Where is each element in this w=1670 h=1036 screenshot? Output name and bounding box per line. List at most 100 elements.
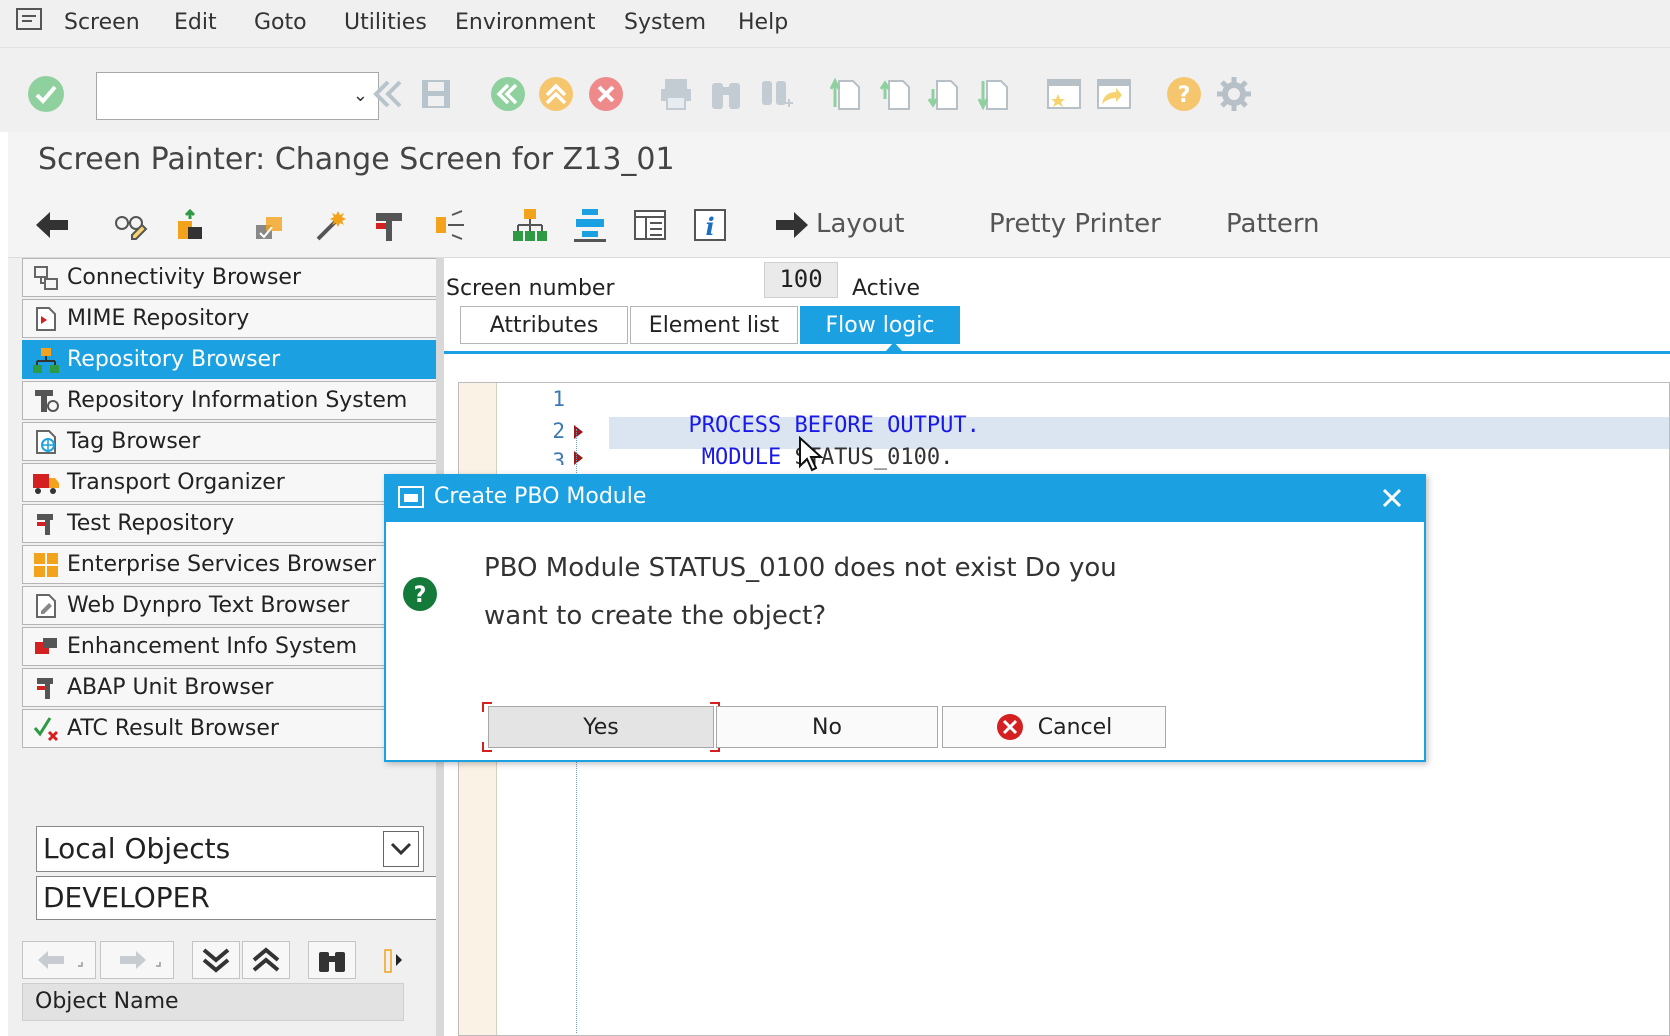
tab-flow-logic[interactable]: Flow logic	[800, 306, 960, 344]
nav-label: Test Repository	[67, 511, 235, 536]
tag-icon	[31, 428, 61, 456]
check-icon[interactable]	[250, 205, 290, 245]
collapse-all-icon[interactable]	[192, 941, 240, 979]
menu-bar: Screen Edit Goto Utilities Environment S…	[0, 0, 1670, 48]
exit-icon[interactable]	[534, 72, 578, 116]
save-icon[interactable]	[414, 72, 458, 116]
cancel-icon[interactable]	[584, 72, 628, 116]
dialog-message-line-2: want to create the object?	[484, 601, 827, 631]
object-name-input[interactable]: DEVELOPER	[36, 876, 440, 920]
services-icon	[31, 551, 61, 579]
object-list-icon[interactable]	[570, 205, 610, 245]
menu-goto[interactable]: Goto	[254, 10, 307, 35]
more-tools-icon[interactable]	[374, 941, 414, 979]
cancel-button[interactable]: Cancel	[942, 706, 1166, 748]
wizard-icon[interactable]	[310, 205, 350, 245]
svg-text:i: i	[705, 212, 714, 241]
next-page-icon[interactable]	[922, 72, 966, 116]
back-arrow-icon[interactable]	[32, 205, 72, 245]
menu-system[interactable]: System	[624, 10, 706, 35]
where-used-icon[interactable]	[370, 205, 410, 245]
tab-indicator	[886, 342, 902, 351]
chevron-down-icon[interactable]	[383, 831, 419, 867]
info-system-icon	[31, 387, 61, 415]
find-icon[interactable]	[704, 72, 748, 116]
tab-attributes[interactable]: Attributes	[460, 306, 628, 344]
display-object-list-icon[interactable]	[630, 205, 670, 245]
nav-atc-result-browser[interactable]: ATC Result Browser	[22, 709, 437, 748]
unit-icon	[31, 674, 61, 702]
back-double-icon[interactable]	[366, 72, 410, 116]
nav-abap-unit-browser[interactable]: ABAP Unit Browser	[22, 668, 437, 707]
nav-enterprise-services-browser[interactable]: Enterprise Services Browser	[22, 545, 437, 584]
hierarchy-icon[interactable]	[510, 205, 550, 245]
menu-screen[interactable]: Screen	[64, 10, 140, 35]
nav-label: Repository Information System	[67, 388, 408, 413]
tab-underline	[444, 351, 1670, 354]
line-number: 3	[552, 449, 565, 465]
nav-label: ABAP Unit Browser	[67, 675, 274, 700]
enter-icon[interactable]	[24, 72, 68, 116]
menu-app-icon[interactable]	[16, 8, 44, 32]
nav-repository-browser[interactable]: Repository Browser	[22, 340, 437, 379]
code-keyword: MODULE	[688, 445, 782, 470]
binoculars-icon[interactable]	[308, 941, 356, 979]
nav-repository-information-system[interactable]: Repository Information System	[22, 381, 437, 420]
layout-arrow-icon[interactable]	[772, 205, 812, 245]
nav-forward-button[interactable]	[100, 941, 174, 979]
create-pbo-module-dialog: Create PBO Module ? PBO Module STATUS_01…	[384, 474, 1426, 762]
nav-test-repository[interactable]: Test Repository	[22, 504, 437, 543]
navigation-icon[interactable]	[430, 205, 470, 245]
menu-utilities[interactable]: Utilities	[344, 10, 427, 35]
screen-number-value: 100	[764, 262, 838, 298]
menu-help[interactable]: Help	[738, 10, 788, 35]
focus-indicator	[482, 702, 492, 712]
nav-back-button[interactable]	[22, 941, 96, 979]
print-icon[interactable]	[654, 72, 698, 116]
object-type-select[interactable]: Local Objects	[36, 826, 424, 872]
object-name-column-header[interactable]: Object Name	[22, 983, 404, 1021]
object-name-value: DEVELOPER	[43, 881, 210, 914]
cancel-icon	[996, 714, 1023, 740]
nav-tag-browser[interactable]: Tag Browser	[22, 422, 437, 461]
menu-edit[interactable]: Edit	[174, 10, 217, 35]
cancel-label: Cancel	[1037, 714, 1113, 740]
test-icon	[31, 510, 61, 538]
back-icon[interactable]	[486, 72, 530, 116]
tab-element-list[interactable]: Element list	[630, 306, 798, 344]
enhancement-icon	[31, 633, 61, 661]
nav-web-dynpro-text-browser[interactable]: Web Dynpro Text Browser	[22, 586, 437, 625]
expand-all-icon[interactable]	[242, 941, 290, 979]
no-label: No	[812, 714, 842, 740]
title-bar: Screen Painter: Change Screen for Z13_01	[8, 132, 1670, 192]
help-icon[interactable]: ?	[1162, 72, 1206, 116]
nav-transport-organizer[interactable]: Transport Organizer	[22, 463, 437, 502]
page-title: Screen Painter: Change Screen for Z13_01	[38, 142, 675, 177]
mouse-pointer-icon	[799, 436, 824, 472]
yes-button[interactable]: Yes	[488, 706, 714, 748]
close-icon[interactable]	[1376, 482, 1408, 514]
nav-label: MIME Repository	[67, 306, 250, 331]
svg-text:?: ?	[414, 583, 427, 608]
pattern-button[interactable]: Pattern	[1226, 209, 1320, 239]
customize-icon[interactable]	[1212, 72, 1256, 116]
previous-page-icon[interactable]	[874, 72, 918, 116]
activate-icon[interactable]	[170, 205, 210, 245]
first-page-icon[interactable]	[824, 72, 868, 116]
last-page-icon[interactable]	[972, 72, 1016, 116]
info-icon[interactable]: i	[690, 205, 730, 245]
display-change-icon[interactable]	[110, 205, 150, 245]
find-next-icon[interactable]	[754, 72, 798, 116]
dialog-title-bar[interactable]: Create PBO Module	[386, 476, 1424, 522]
nav-mime-repository[interactable]: MIME Repository	[22, 299, 437, 338]
nav-enhancement-info-system[interactable]: Enhancement Info System	[22, 627, 437, 666]
nav-connectivity-browser[interactable]: Connectivity Browser	[22, 258, 437, 297]
layout-button[interactable]: Layout	[816, 209, 904, 239]
create-session-icon[interactable]	[1042, 72, 1086, 116]
command-field[interactable]: ⌄	[96, 72, 379, 120]
dialog-title: Create PBO Module	[434, 484, 647, 509]
no-button[interactable]: No	[716, 706, 938, 748]
pretty-printer-button[interactable]: Pretty Printer	[989, 209, 1161, 239]
shortcut-icon[interactable]	[1092, 72, 1136, 116]
menu-environment[interactable]: Environment	[455, 10, 595, 35]
